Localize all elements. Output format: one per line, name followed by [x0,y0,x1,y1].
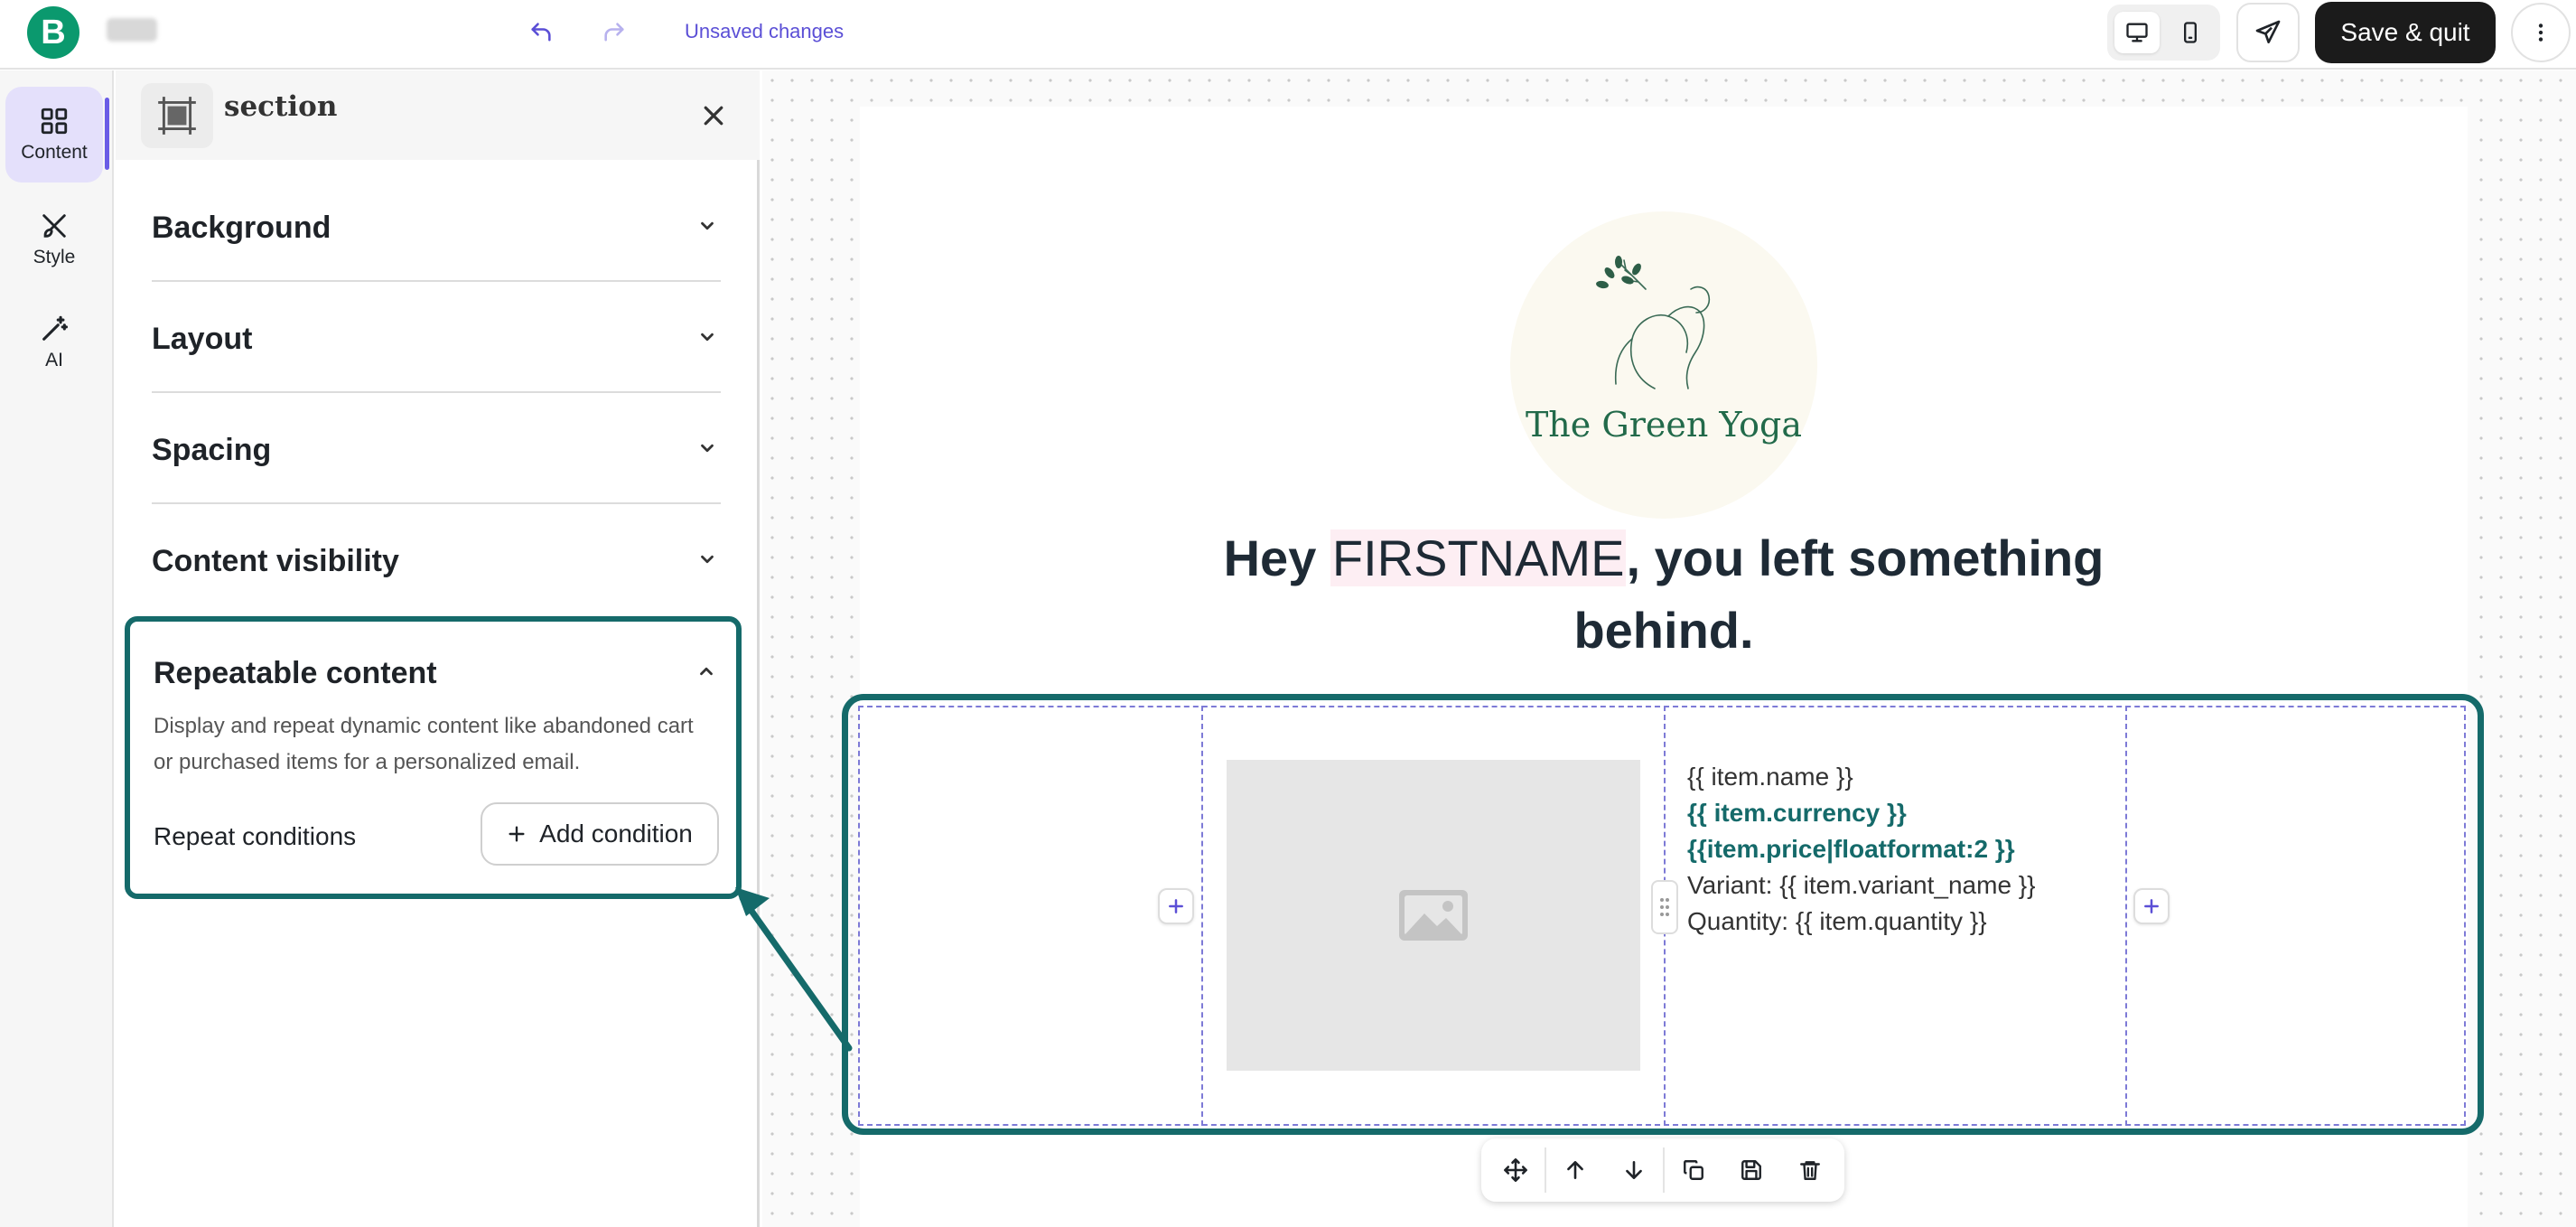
column-divider [2125,706,2127,1126]
unsaved-changes-status: Unsaved changes [685,20,845,42]
desktop-icon [2126,23,2148,42]
left-rail: Content Style AI [0,70,114,1227]
rail-item-style[interactable]: Style [5,192,103,287]
item-name: {{ item.name }} [1687,763,1853,791]
arrow-down-icon [1625,1161,1642,1179]
drag-dots-icon [1660,898,1669,916]
undo-button[interactable] [521,13,561,52]
save-block-button[interactable] [1722,1144,1780,1196]
close-panel-button[interactable] [694,96,733,136]
trash-icon [1799,1161,1820,1180]
accordion-label: Background [152,211,331,245]
block-toolbar [1481,1138,1844,1202]
mobile-view-button[interactable] [2168,12,2213,53]
close-icon [704,106,723,126]
move-up-button[interactable] [1546,1144,1604,1196]
save-and-quit-button[interactable]: Save & quit [2315,2,2496,63]
chevron-down-icon [694,546,721,573]
more-options-button[interactable] [2511,3,2571,62]
duplicate-block-button[interactable] [1665,1144,1722,1196]
column-divider [1201,706,1203,1126]
add-condition-label: Add condition [539,820,693,848]
annotation-arrow [735,887,853,1052]
repeatable-content-title[interactable]: Repeatable content [154,656,437,691]
move-icon [1504,1158,1528,1182]
add-column-right-button[interactable] [2133,888,2170,924]
firstname-merge-tag: FIRSTNAME [1330,529,1627,586]
active-indicator [105,98,109,170]
delete-block-button[interactable] [1781,1144,1839,1196]
item-price: {{ item.currency }} {{item.price|floatfo… [1687,799,2015,863]
rail-item-content[interactable]: Content [5,87,103,183]
arrow-up-icon [1567,1161,1584,1179]
accordion-spacing[interactable]: Spacing [152,393,721,504]
desktop-view-button[interactable] [2114,12,2160,53]
mobile-icon [2184,22,2197,43]
more-vertical-icon [2538,23,2543,42]
document-name[interactable] [107,18,157,42]
move-block-button[interactable] [1487,1144,1545,1196]
product-image-placeholder[interactable] [1227,760,1640,1071]
repeatable-content-description: Display and repeat dynamic content like … [154,714,694,774]
grid-icon [41,108,68,135]
accordion-content-visibility[interactable]: Content visibility [152,504,721,615]
email-headline[interactable]: Hey FIRSTNAME, you left something behind… [1158,522,2170,667]
chevron-down-icon [694,435,721,462]
rail-item-ai[interactable]: AI [5,295,103,390]
headline-rest: , you left something behind. [1573,529,2105,659]
accordion-background[interactable]: Background [152,171,721,282]
product-details[interactable]: {{ item.name }} {{ item.currency }} {{it… [1687,759,2112,940]
move-down-button[interactable] [1605,1144,1663,1196]
image-icon [1399,890,1468,941]
item-variant: Variant: {{ item.variant_name }} [1687,871,2036,899]
chevron-down-icon [694,323,721,351]
add-condition-button[interactable]: Add condition [481,802,719,866]
brush-icon [42,214,66,238]
brand-name: The Green Yoga [1525,405,1803,445]
accordion-label: Content visibility [152,544,399,578]
copy-icon [1684,1160,1704,1180]
rail-item-label: Style [33,247,76,267]
magic-wand-icon [42,315,69,341]
device-toggle [2107,5,2220,61]
chevron-down-icon [694,212,721,239]
top-bar: B Unsaved changes Save & quit [0,0,2576,70]
headline-prefix: Hey [1223,529,1330,586]
plus-icon [1169,899,1183,913]
plus-icon [2144,899,2159,913]
panel-header: section [116,70,760,160]
brand-logo[interactable]: The Green Yoga [1510,211,1817,519]
send-test-button[interactable] [2236,3,2300,62]
yoga-figure-icon [1596,256,1711,389]
repeat-conditions-label: Repeat conditions [154,822,357,850]
plus-icon [509,826,525,842]
save-icon [1741,1160,1762,1180]
chevron-up-icon[interactable] [693,658,720,685]
item-quantity: Quantity: {{ item.quantity }} [1687,907,1987,935]
undo-icon [531,23,551,42]
accordion-label: Spacing [152,433,272,467]
send-icon [2255,20,2281,43]
brevo-logo[interactable]: B [27,6,79,59]
column-resize-handle[interactable] [1651,880,1678,934]
accordion-layout[interactable]: Layout [152,282,721,393]
settings-panel: section Background Layout Spacing Conten… [116,70,760,1227]
section-block-icon [141,83,213,148]
panel-title: section [224,90,338,123]
add-column-left-button[interactable] [1158,888,1194,924]
repeatable-content-section: Repeatable content Display and repeat dy… [125,616,742,899]
rail-item-label: Content [21,142,88,163]
rail-item-label: AI [45,350,63,370]
redo-icon [604,23,624,42]
accordion-label: Layout [152,322,253,356]
redo-button[interactable] [594,13,634,52]
